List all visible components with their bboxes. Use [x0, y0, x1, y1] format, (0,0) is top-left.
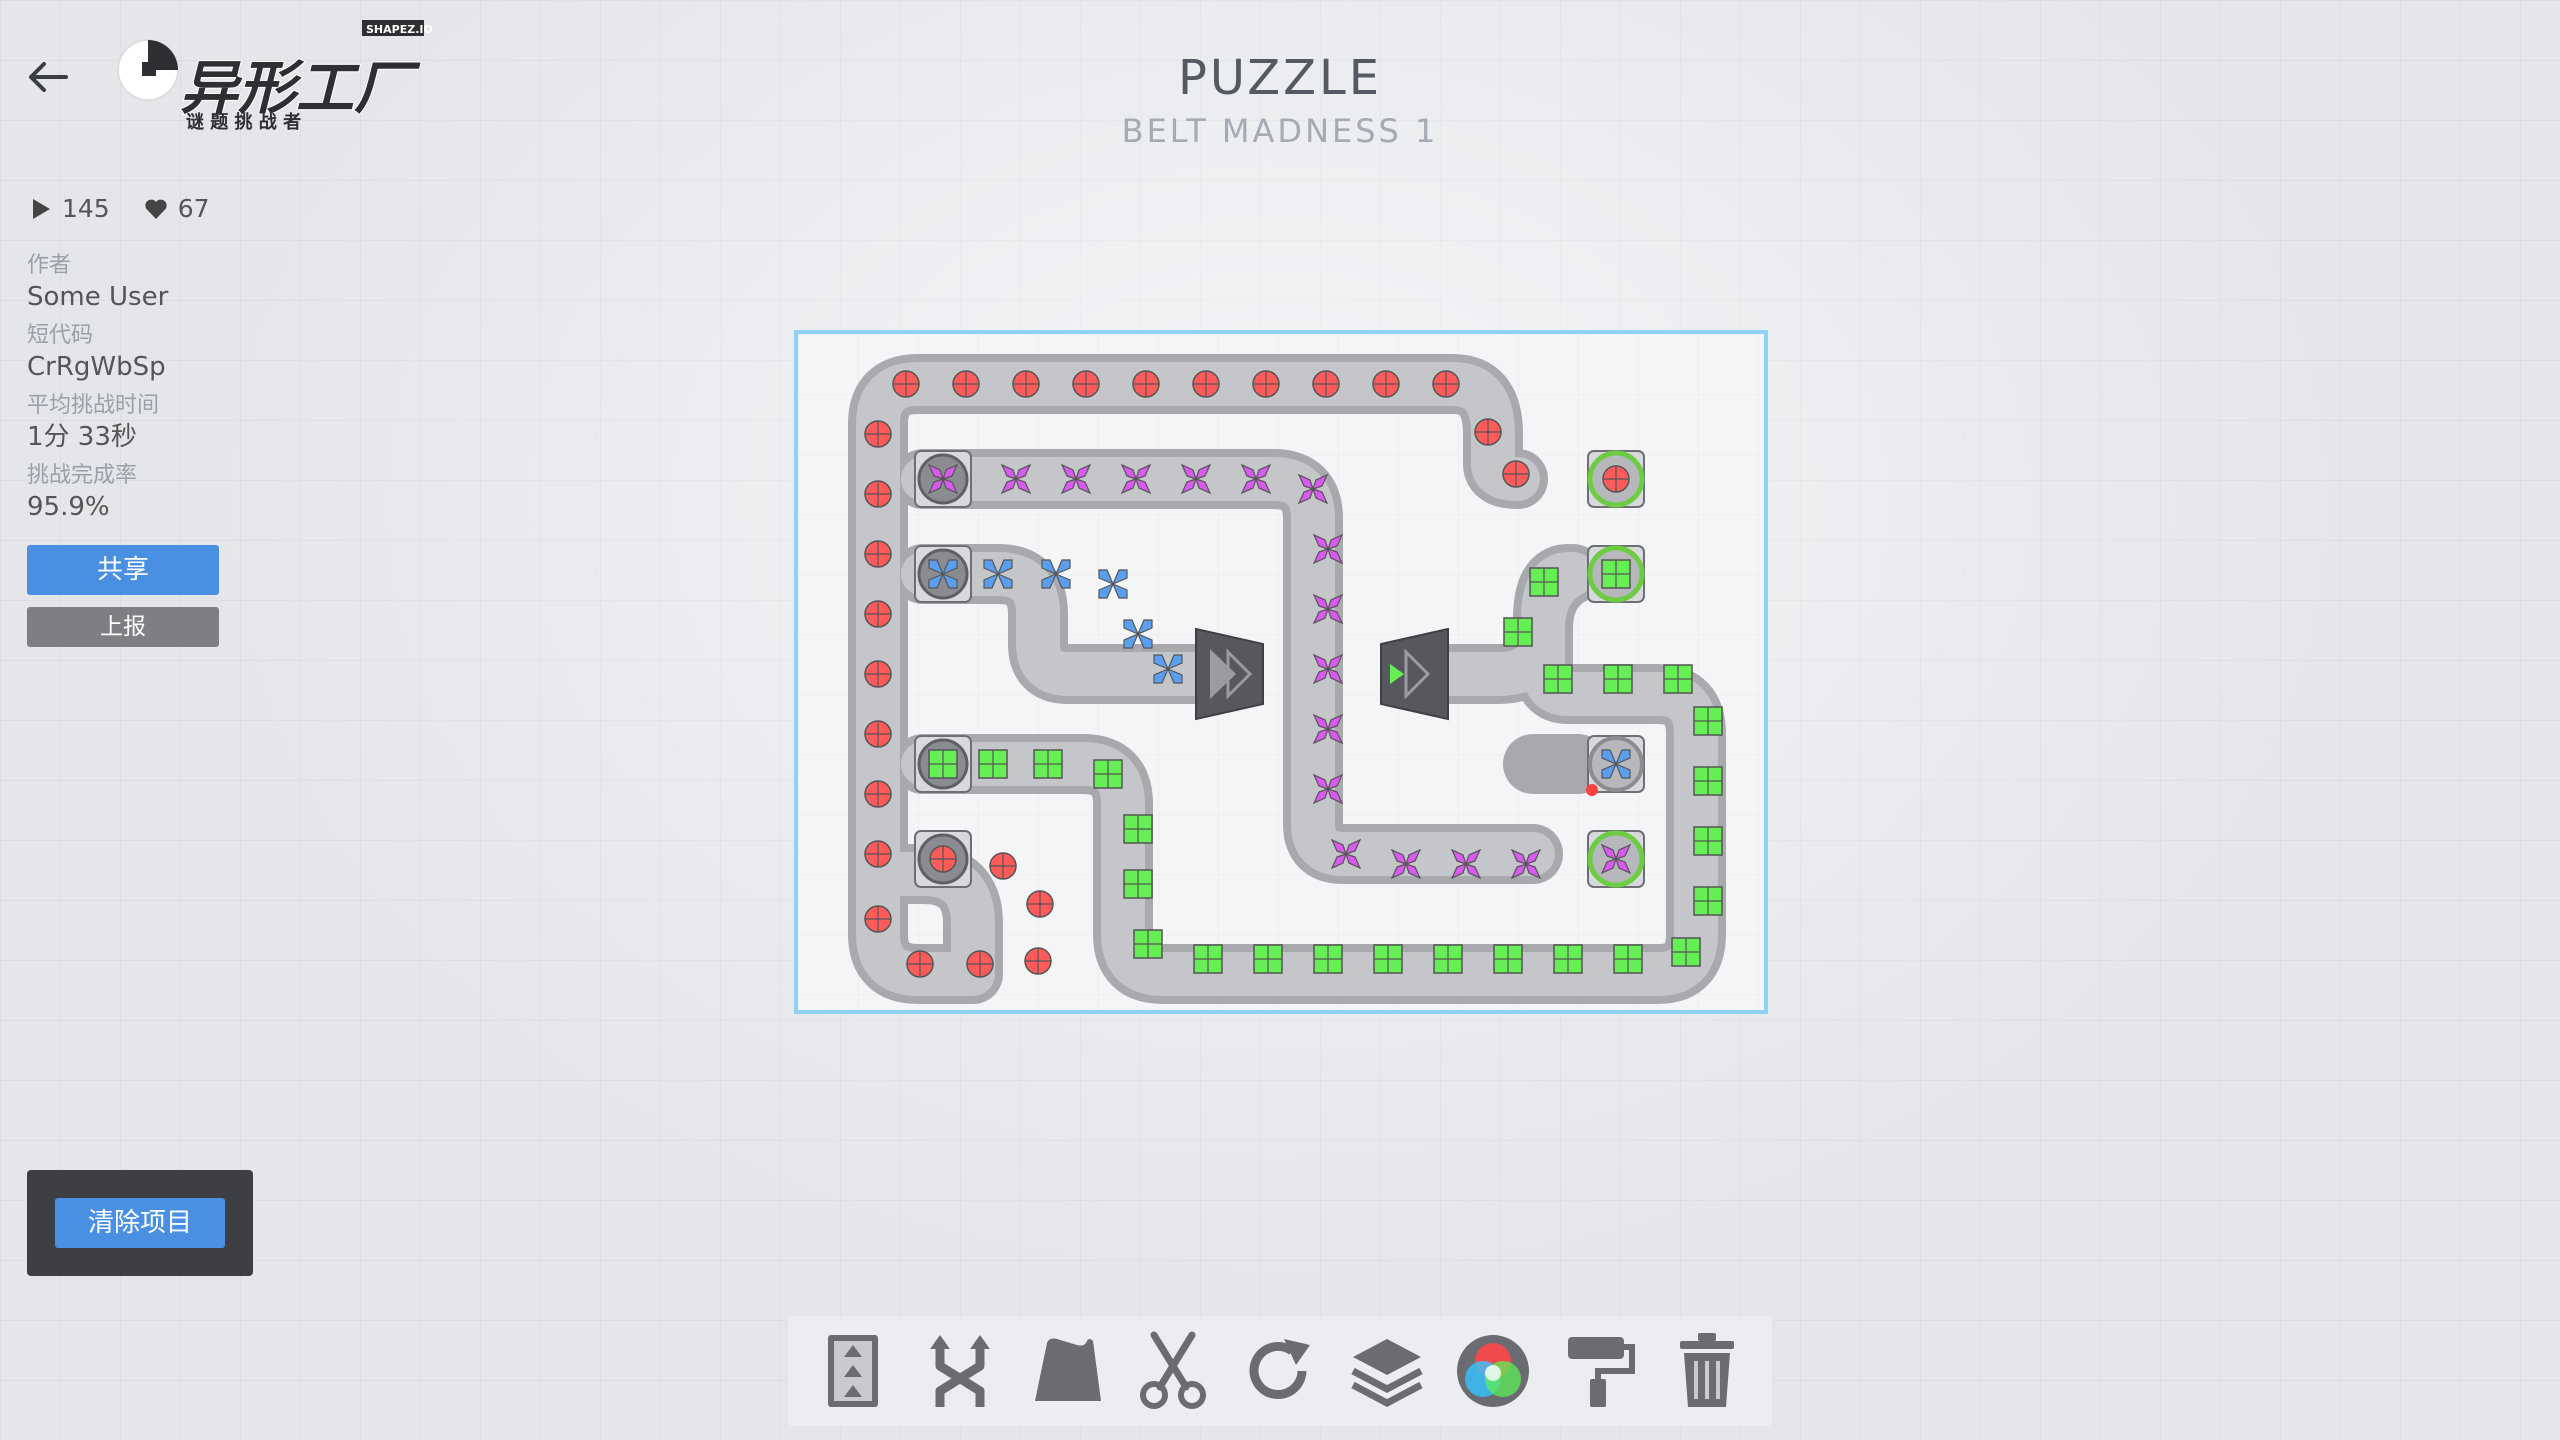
- shortcode-label: 短代码: [27, 323, 94, 348]
- author-value: Some User: [27, 282, 169, 312]
- shortcode-value: CrRgWbSp: [27, 352, 166, 382]
- avg-time-value: 1分 33秒: [27, 422, 137, 452]
- tunnel-icon: [1034, 1338, 1101, 1401]
- share-button[interactable]: 共享: [27, 545, 219, 595]
- puzzle-board[interactable]: [794, 330, 1768, 1014]
- puzzle-canvas[interactable]: [798, 334, 1764, 1010]
- page-title: PUZZLE: [1177, 50, 1383, 106]
- report-button[interactable]: 上报: [27, 607, 219, 647]
- building-toolbar: [788, 1316, 1772, 1426]
- puzzle-stats: 145 67: [30, 194, 236, 223]
- puzzle-meta: 作者 Some User 短代码 CrRgWbSp 平均挑战时间 1分 33秒 …: [27, 252, 257, 532]
- page-header: PUZZLE BELT MADNESS 1: [0, 50, 2560, 150]
- mixer-icon: [1457, 1335, 1530, 1407]
- balancer-tool[interactable]: [910, 1321, 1010, 1421]
- mixer-tool[interactable]: [1443, 1321, 1543, 1421]
- trash-tool[interactable]: [1657, 1321, 1757, 1421]
- balancer-icon: [929, 1335, 990, 1407]
- cutter-icon: [1140, 1331, 1207, 1409]
- trash-icon: [1679, 1333, 1734, 1407]
- avg-time-label: 平均挑战时间: [27, 393, 160, 418]
- play-count: 145: [62, 194, 110, 223]
- puzzle-name: BELT MADNESS 1: [1121, 112, 1439, 150]
- painter-tool[interactable]: [1550, 1321, 1650, 1421]
- cutter-tool[interactable]: [1123, 1321, 1223, 1421]
- clear-items-button[interactable]: 清除项目: [55, 1198, 225, 1248]
- completion-value: 95.9%: [27, 492, 110, 522]
- stacker-tool[interactable]: [1337, 1321, 1437, 1421]
- clear-items-panel: 清除项目: [27, 1170, 253, 1276]
- belt-tool[interactable]: [803, 1321, 903, 1421]
- completion-label: 挑战完成率: [27, 463, 138, 488]
- heart-icon: [145, 199, 167, 219]
- rotator-icon: [1249, 1339, 1310, 1399]
- logo-badge: SHAPEZ.IO: [366, 23, 432, 36]
- rotator-tool[interactable]: [1230, 1321, 1330, 1421]
- author-label: 作者: [27, 253, 72, 278]
- like-count: 67: [177, 194, 210, 223]
- stacker-icon: [1350, 1339, 1423, 1407]
- belt-icon: [828, 1335, 879, 1407]
- painter-icon: [1567, 1337, 1635, 1407]
- play-count-icon: [33, 198, 50, 219]
- tunnel-tool[interactable]: [1017, 1321, 1117, 1421]
